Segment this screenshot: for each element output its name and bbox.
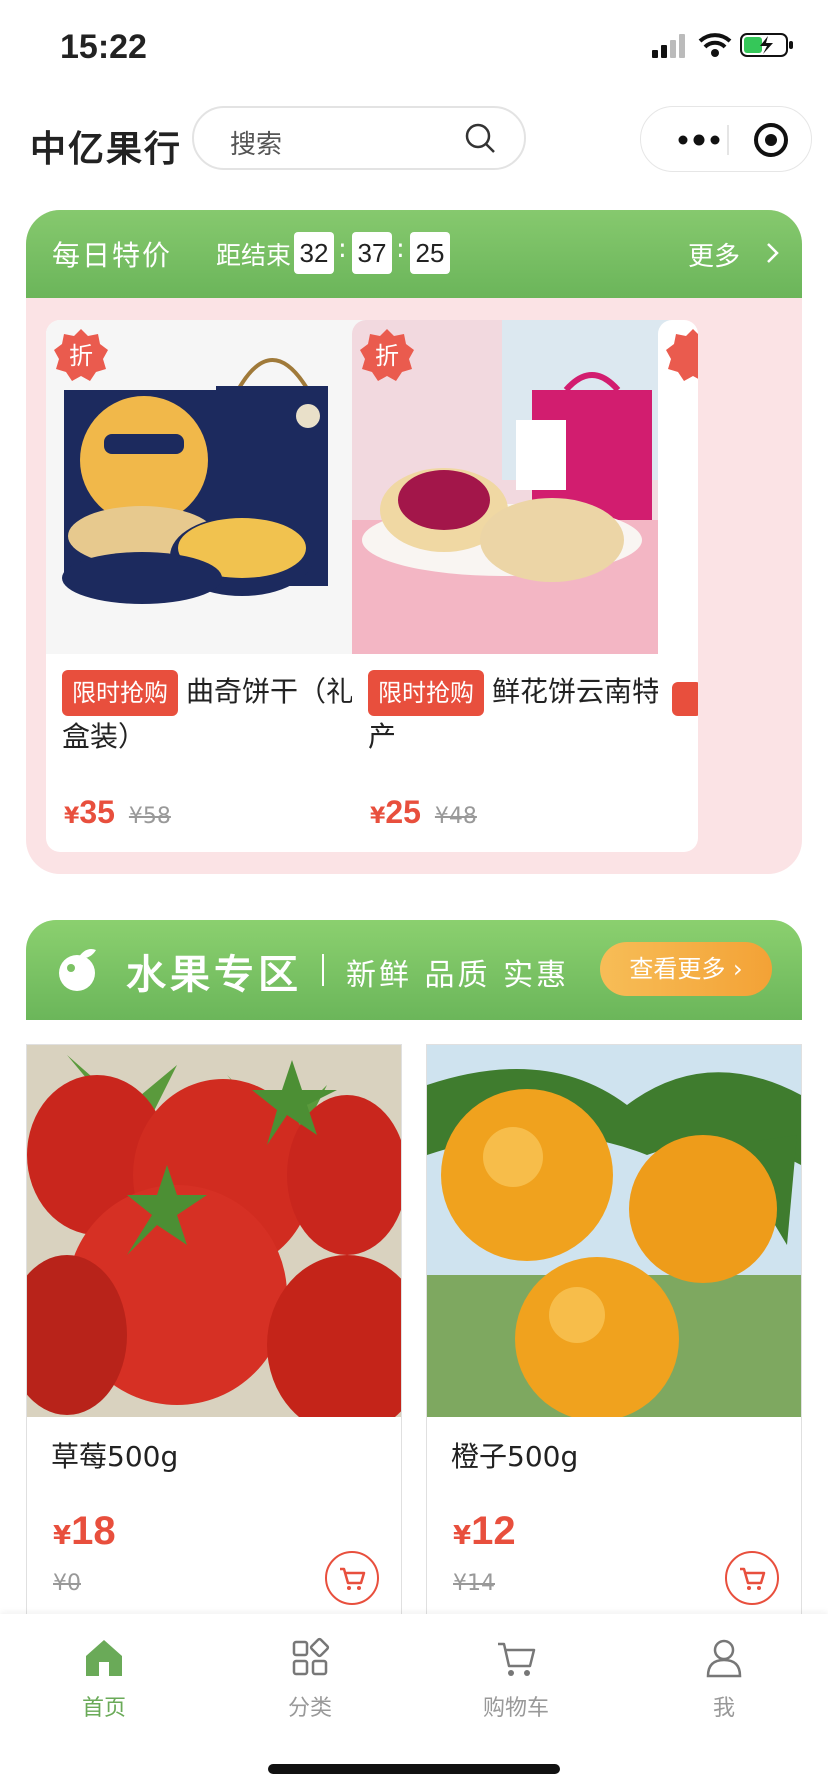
cart-icon bbox=[498, 1642, 536, 1676]
price-currency: ¥ bbox=[53, 1521, 72, 1551]
fruit-zone-banner: 水果专区 新鲜 品质 实惠 查看更多 › bbox=[26, 920, 802, 1020]
add-to-cart-button[interactable] bbox=[725, 1551, 779, 1605]
strawberry-image bbox=[27, 1045, 401, 1417]
status-bar: 15:22 bbox=[0, 0, 828, 100]
countdown-label: 距结束 bbox=[216, 241, 292, 270]
price-currency: ¥ bbox=[453, 1521, 472, 1551]
price-currency: ¥ bbox=[64, 804, 80, 829]
svg-text:折: 折 bbox=[375, 342, 399, 370]
battery-icon bbox=[740, 33, 793, 57]
product-current-price: 18 bbox=[71, 1509, 116, 1553]
orange-image bbox=[427, 1045, 801, 1417]
countdown-minutes: 37 bbox=[352, 232, 392, 274]
discount-badge-icon: 折 bbox=[360, 329, 414, 381]
deal-original-price: ¥58 bbox=[128, 804, 171, 829]
grid-icon bbox=[292, 1637, 330, 1676]
fruit-zone-title: 水果专区 bbox=[126, 952, 302, 998]
countdown-hours: 32 bbox=[294, 232, 334, 274]
close-target-icon[interactable] bbox=[751, 120, 791, 160]
flash-sale-tag: 限时抢购 bbox=[62, 670, 178, 716]
add-to-cart-button[interactable] bbox=[325, 1551, 379, 1605]
search-placeholder: 搜索 bbox=[230, 130, 283, 160]
tab-label: 我 bbox=[712, 1696, 735, 1721]
tab-label: 首页 bbox=[81, 1696, 126, 1721]
chevron-right-icon[interactable] bbox=[766, 242, 780, 264]
cart-icon bbox=[740, 1567, 766, 1590]
deal-price-row: ¥35 ¥58 bbox=[64, 794, 171, 831]
countdown-colon: : bbox=[338, 234, 347, 264]
search-box[interactable]: 搜索 bbox=[192, 106, 526, 170]
product-card[interactable]: 草莓500g ¥18 ¥0 bbox=[26, 1044, 402, 1624]
deal-card[interactable]: 折 限时抢购 曲奇饼干（礼盒装） ¥35 ¥58 bbox=[46, 320, 380, 852]
banner-divider bbox=[322, 954, 324, 986]
product-price: ¥12 bbox=[453, 1509, 516, 1554]
tab-category[interactable]: 分类 bbox=[250, 1636, 370, 1722]
deal-card-partial[interactable] bbox=[658, 320, 698, 852]
daily-deal-more-link[interactable]: 更多 bbox=[688, 236, 740, 273]
tab-home[interactable]: 首页 bbox=[44, 1636, 164, 1722]
countdown-colon: : bbox=[396, 234, 405, 264]
status-time: 15:22 bbox=[60, 28, 147, 66]
svg-text:折: 折 bbox=[69, 342, 93, 370]
deal-price: 25 bbox=[385, 794, 421, 830]
product-current-price: 12 bbox=[471, 1509, 516, 1553]
product-card[interactable]: 橙子500g ¥12 ¥14 bbox=[426, 1044, 802, 1624]
tab-label: 购物车 bbox=[482, 1696, 549, 1721]
deal-original-price: ¥48 bbox=[434, 804, 477, 829]
fruit-zone-subtitle: 新鲜 品质 实惠 bbox=[346, 958, 570, 993]
daily-deal-header: 每日特价 距结束 32 : 37 : 25 更多 bbox=[26, 210, 802, 298]
signal-icon bbox=[652, 34, 685, 58]
daily-deal-title: 每日特价 bbox=[52, 239, 173, 272]
tab-profile[interactable]: 我 bbox=[664, 1636, 784, 1722]
countdown-seconds: 25 bbox=[410, 232, 450, 274]
view-more-button[interactable]: 查看更多 › bbox=[600, 942, 772, 996]
cart-icon bbox=[340, 1567, 366, 1590]
discount-badge-icon bbox=[666, 329, 698, 381]
product-name: 橙子500g bbox=[451, 1440, 579, 1473]
flash-sale-tag bbox=[672, 682, 698, 716]
deal-card-title: 限时抢购 曲奇饼干（礼盒装） bbox=[62, 670, 362, 758]
deal-card-title: 限时抢购 鲜花饼云南特产 bbox=[368, 670, 668, 758]
capsule-divider bbox=[727, 125, 729, 155]
tab-label: 分类 bbox=[287, 1696, 332, 1721]
product-name: 草莓500g bbox=[51, 1440, 179, 1473]
price-currency: ¥ bbox=[370, 804, 386, 829]
fruit-icon bbox=[59, 949, 96, 991]
product-original-price: ¥0 bbox=[53, 1571, 81, 1596]
home-icon bbox=[86, 1640, 122, 1676]
flash-sale-tag: 限时抢购 bbox=[368, 670, 484, 716]
deal-price-row: ¥25 ¥48 bbox=[370, 794, 477, 831]
more-dots-icon[interactable] bbox=[671, 125, 727, 155]
user-icon bbox=[706, 1639, 742, 1678]
product-original-price: ¥14 bbox=[453, 1571, 495, 1596]
product-price: ¥18 bbox=[53, 1509, 116, 1554]
discount-badge-icon: 折 bbox=[54, 329, 108, 381]
home-indicator bbox=[268, 1764, 560, 1774]
wifi-icon bbox=[698, 33, 732, 57]
shop-name: 中亿果行 bbox=[30, 129, 183, 170]
search-icon bbox=[465, 123, 495, 153]
tab-cart[interactable]: 购物车 bbox=[456, 1636, 576, 1722]
deal-price: 35 bbox=[79, 794, 115, 830]
daily-deal-section: 每日特价 距结束 32 : 37 : 25 更多 折 限时抢购 曲奇饼干（礼盒装… bbox=[26, 210, 802, 874]
deal-card[interactable]: 折 限时抢购 鲜花饼云南特产 ¥25 ¥48 bbox=[352, 320, 686, 852]
miniprogram-capsule bbox=[640, 106, 812, 172]
